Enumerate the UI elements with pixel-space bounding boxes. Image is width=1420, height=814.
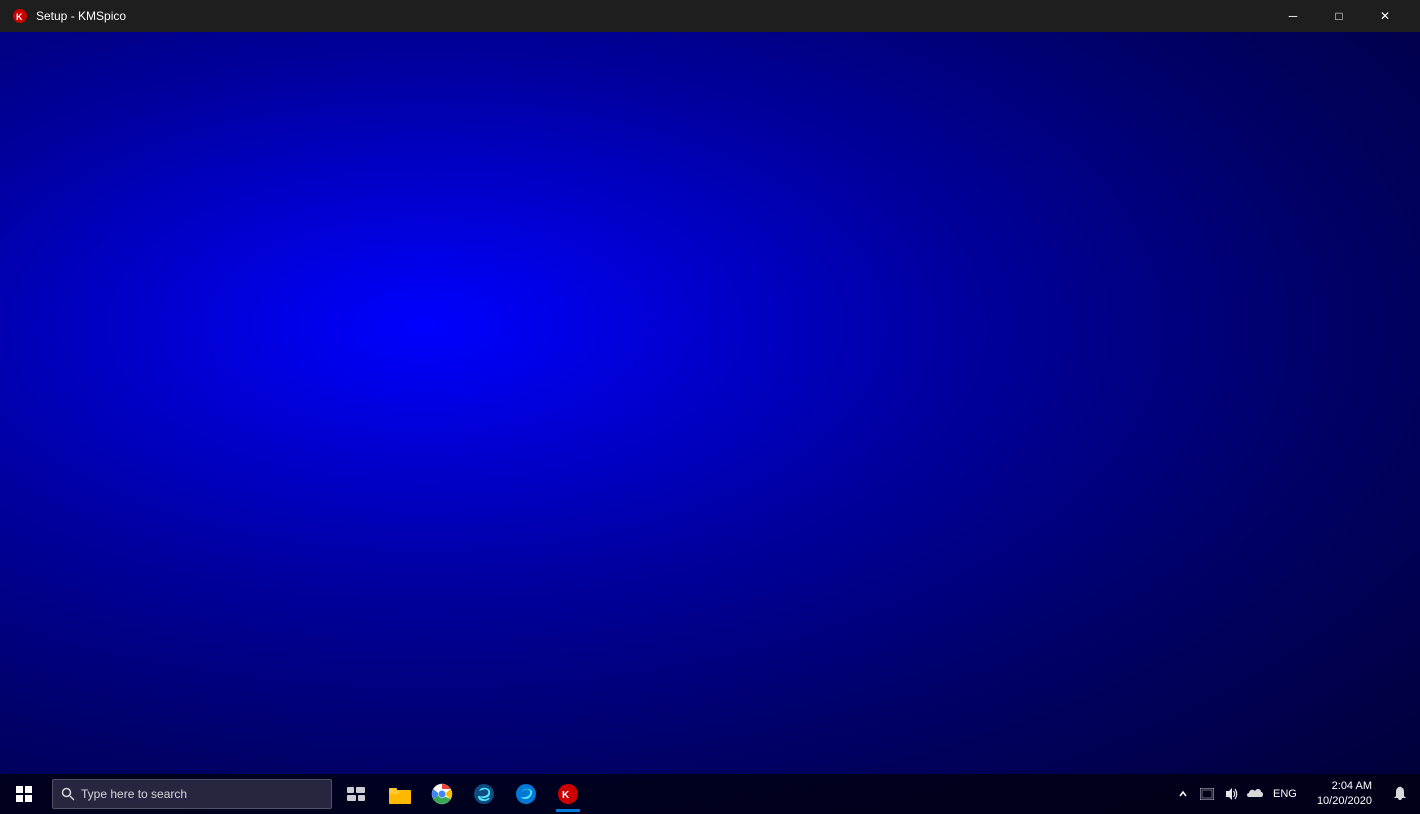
tray-expand-button[interactable] (1173, 774, 1193, 814)
taskbar-edge[interactable] (464, 774, 504, 814)
notification-icon (1393, 786, 1407, 802)
app-icon: K (12, 8, 28, 24)
file-explorer-icon (389, 784, 411, 804)
clock-time: 2:04 AM (1332, 779, 1372, 794)
network-icon (1200, 788, 1214, 800)
tray-network-icon-wrapper[interactable] (1197, 774, 1217, 814)
chevron-up-icon (1178, 789, 1188, 799)
taskbar-chrome[interactable] (422, 774, 462, 814)
restore-button[interactable]: □ (1316, 0, 1362, 32)
windows-logo-icon (16, 786, 32, 802)
desktop: K Setup - KMSpico ─ □ ✕ KMSpico ByELDI S… (0, 0, 1420, 814)
app-titlebar-title: Setup - KMSpico (36, 9, 1262, 23)
app-titlebar: K Setup - KMSpico ─ □ ✕ (0, 0, 1420, 32)
speaker-icon (1224, 787, 1238, 801)
clock-date: 10/20/2020 (1317, 794, 1372, 809)
search-placeholder: Type here to search (81, 787, 187, 801)
minimize-button[interactable]: ─ (1270, 0, 1316, 32)
svg-text:K: K (562, 790, 570, 801)
task-view-icon (347, 787, 365, 801)
onedrive-icon (1247, 788, 1263, 800)
tray-language-indicator[interactable]: ENG (1269, 774, 1301, 814)
titlebar-controls: ─ □ ✕ (1270, 0, 1408, 32)
notifications-button[interactable] (1380, 774, 1420, 814)
start-button[interactable] (0, 774, 48, 814)
tray-onedrive-icon-wrapper[interactable] (1245, 774, 1265, 814)
edge-icon (473, 783, 495, 805)
close-button[interactable]: ✕ (1362, 0, 1408, 32)
taskbar-file-explorer[interactable] (380, 774, 420, 814)
system-tray: ENG (1165, 774, 1309, 814)
taskbar-apps: K (376, 774, 592, 814)
taskbar: Type here to search (0, 774, 1420, 814)
edge-new-icon (515, 783, 537, 805)
taskbar-edge-new[interactable] (506, 774, 546, 814)
search-icon (61, 787, 75, 801)
taskbar-kmspico[interactable]: K (548, 774, 588, 814)
language-text: ENG (1273, 788, 1297, 800)
taskbar-clock[interactable]: 2:04 AM 10/20/2020 (1309, 774, 1380, 814)
chrome-icon (431, 783, 453, 805)
svg-text:K: K (16, 12, 23, 22)
tray-speaker-icon-wrapper[interactable] (1221, 774, 1241, 814)
taskbar-search-bar[interactable]: Type here to search (52, 779, 332, 809)
task-view-button[interactable] (336, 774, 376, 814)
kmspico-taskbar-icon: K (557, 783, 579, 805)
